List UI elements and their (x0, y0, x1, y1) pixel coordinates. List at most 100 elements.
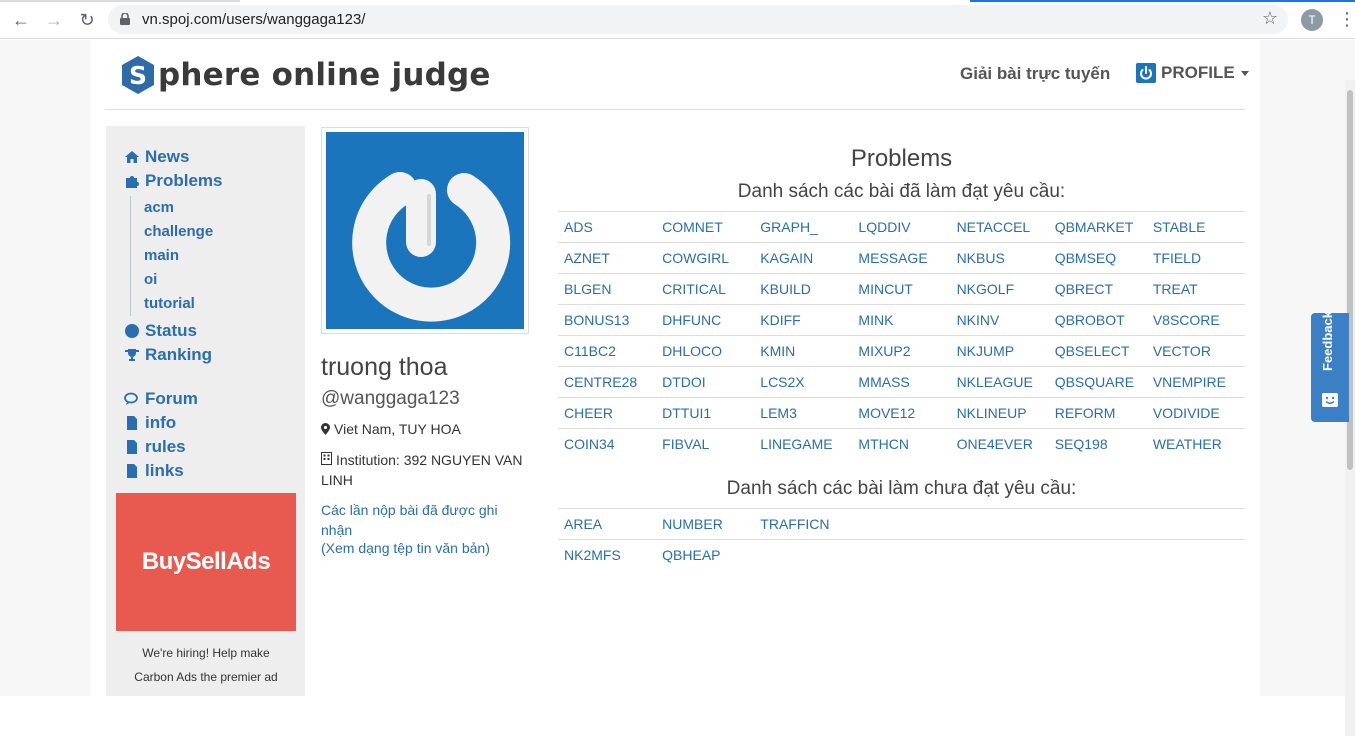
sidebar-item-problems[interactable]: Problems (124, 171, 222, 191)
problem-link[interactable]: COIN34 (558, 428, 657, 460)
profile-label: PROFILE (1161, 63, 1235, 82)
sidebar-item-links[interactable]: links (124, 461, 184, 481)
sidebar-item-ranking[interactable]: Ranking (124, 345, 212, 365)
url-text: vn.spoj.com/users/wanggaga123/ (142, 11, 366, 28)
problem-link[interactable]: MMASS (852, 366, 951, 398)
problem-link[interactable]: VODIVIDE (1146, 397, 1245, 429)
category-challenge[interactable]: challenge (144, 223, 213, 240)
problem-link[interactable]: WEATHER (1146, 428, 1245, 460)
problem-link[interactable]: KAGAIN (754, 242, 853, 274)
text-format-link[interactable]: (Xem dạng tệp tin văn bản) (321, 540, 490, 556)
sidebar-item-rules[interactable]: rules (124, 437, 186, 457)
feedback-label: Feedback (1320, 311, 1335, 371)
problem-link[interactable]: DTTUI1 (656, 397, 755, 429)
forward-icon[interactable]: → (42, 8, 66, 32)
problem-link[interactable]: NKGOLF (950, 273, 1049, 305)
file-icon (127, 440, 137, 454)
problem-link[interactable]: DHLOCO (656, 335, 755, 367)
category-tutorial[interactable]: tutorial (144, 295, 195, 312)
problem-link[interactable]: NKLINEUP (950, 397, 1049, 429)
empty-cell (1146, 539, 1245, 571)
problem-link[interactable]: MIXUP2 (852, 335, 951, 367)
problem-link[interactable]: SEQ198 (1048, 428, 1147, 460)
back-icon[interactable]: ← (9, 8, 33, 32)
problem-link[interactable]: COMNET (656, 211, 755, 243)
problem-link[interactable]: LINEGAME (754, 428, 853, 460)
browser-profile-avatar[interactable]: T (1301, 9, 1323, 31)
problem-link[interactable]: TFIELD (1146, 242, 1245, 274)
sidebar-item-info[interactable]: info (124, 413, 176, 433)
problem-link[interactable]: KBUILD (754, 273, 853, 305)
problem-link[interactable]: VECTOR (1146, 335, 1245, 367)
problem-link[interactable]: C11BC2 (558, 335, 657, 367)
feedback-button[interactable]: Feedback (1311, 311, 1349, 422)
problem-link[interactable]: KDIFF (754, 304, 853, 336)
problem-link[interactable]: AREA (558, 508, 657, 540)
site-logo[interactable]: S phere online judge (120, 54, 491, 96)
problem-link[interactable]: QBSQUARE (1048, 366, 1147, 398)
problem-link[interactable]: DTDOI (656, 366, 755, 398)
problem-link[interactable]: LEM3 (754, 397, 853, 429)
user-full-name: truong thoa (321, 353, 448, 381)
problem-link[interactable]: NKINV (950, 304, 1049, 336)
category-main[interactable]: main (144, 247, 179, 264)
problem-link[interactable]: DHFUNC (656, 304, 755, 336)
problem-link[interactable]: NETACCEL (950, 211, 1049, 243)
problem-link[interactable]: LCS2X (754, 366, 853, 398)
problem-link[interactable]: ONE4EVER (950, 428, 1049, 460)
problem-link[interactable]: NK2MFS (558, 539, 657, 571)
profile-menu[interactable]: PROFILE (1136, 63, 1249, 83)
bookmark-star-icon[interactable]: ☆ (1262, 8, 1278, 29)
online-judge-link[interactable]: Giải bài trực tuyến (960, 64, 1110, 84)
ad-caption[interactable]: We're hiring! Help make Carbon Ads the p… (116, 641, 296, 689)
problem-link[interactable]: KMIN (754, 335, 853, 367)
problem-link[interactable]: MESSAGE (852, 242, 951, 274)
empty-cell (852, 539, 951, 571)
problem-link[interactable]: COWGIRL (656, 242, 755, 274)
problem-link[interactable]: TREAT (1146, 273, 1245, 305)
sidebar-item-forum[interactable]: Forum (124, 389, 198, 409)
problem-link[interactable]: NKLEAGUE (950, 366, 1049, 398)
problem-link[interactable]: LQDDIV (852, 211, 951, 243)
problem-link[interactable]: MTHCN (852, 428, 951, 460)
problem-link[interactable]: REFORM (1048, 397, 1147, 429)
problem-link[interactable]: CENTRE28 (558, 366, 657, 398)
problem-link[interactable]: MINK (852, 304, 951, 336)
problem-link[interactable]: GRAPH_ (754, 211, 853, 243)
problem-link[interactable]: VNEMPIRE (1146, 366, 1245, 398)
problem-link[interactable]: TRAFFICN (754, 508, 853, 540)
tab-strip-accent (970, 0, 1355, 2)
submissions-link[interactable]: Các lần nộp bài đã được ghi nhận (321, 500, 521, 540)
problem-link[interactable]: QBSELECT (1048, 335, 1147, 367)
problem-link[interactable]: FIBVAL (656, 428, 755, 460)
problem-link[interactable]: QBHEAP (656, 539, 755, 571)
problem-link[interactable]: BONUS13 (558, 304, 657, 336)
category-oi[interactable]: oi (144, 271, 157, 288)
browser-menu-icon[interactable]: ⋮ (1338, 8, 1355, 30)
problem-link[interactable]: NKJUMP (950, 335, 1049, 367)
problem-link[interactable]: NUMBER (656, 508, 755, 540)
problem-link[interactable]: CHEER (558, 397, 657, 429)
address-bar[interactable]: vn.spoj.com/users/wanggaga123/ ☆ (108, 5, 1288, 34)
problem-link[interactable]: BLGEN (558, 273, 657, 305)
problem-link[interactable]: QBROBOT (1048, 304, 1147, 336)
empty-cell (1048, 508, 1147, 540)
problem-link[interactable]: QBRECT (1048, 273, 1147, 305)
problem-link[interactable]: NKBUS (950, 242, 1049, 274)
sidebar-item-news[interactable]: News (124, 147, 189, 167)
trophy-icon (125, 349, 139, 361)
problem-link[interactable]: STABLE (1146, 211, 1245, 243)
problem-link[interactable]: MOVE12 (852, 397, 951, 429)
problem-link[interactable]: CRITICAL (656, 273, 755, 305)
ad-banner[interactable]: BuySellAds (116, 493, 296, 631)
problem-link[interactable]: AZNET (558, 242, 657, 274)
problem-link[interactable]: QBMARKET (1048, 211, 1147, 243)
category-acm[interactable]: acm (144, 199, 174, 216)
sidebar-item-status[interactable]: Status (124, 321, 197, 341)
reload-icon[interactable]: ↻ (75, 8, 99, 32)
problem-link[interactable]: ADS (558, 211, 657, 243)
problem-link[interactable]: V8SCORE (1146, 304, 1245, 336)
file-icon (127, 464, 137, 478)
problem-link[interactable]: MINCUT (852, 273, 951, 305)
problem-link[interactable]: QBMSEQ (1048, 242, 1147, 274)
